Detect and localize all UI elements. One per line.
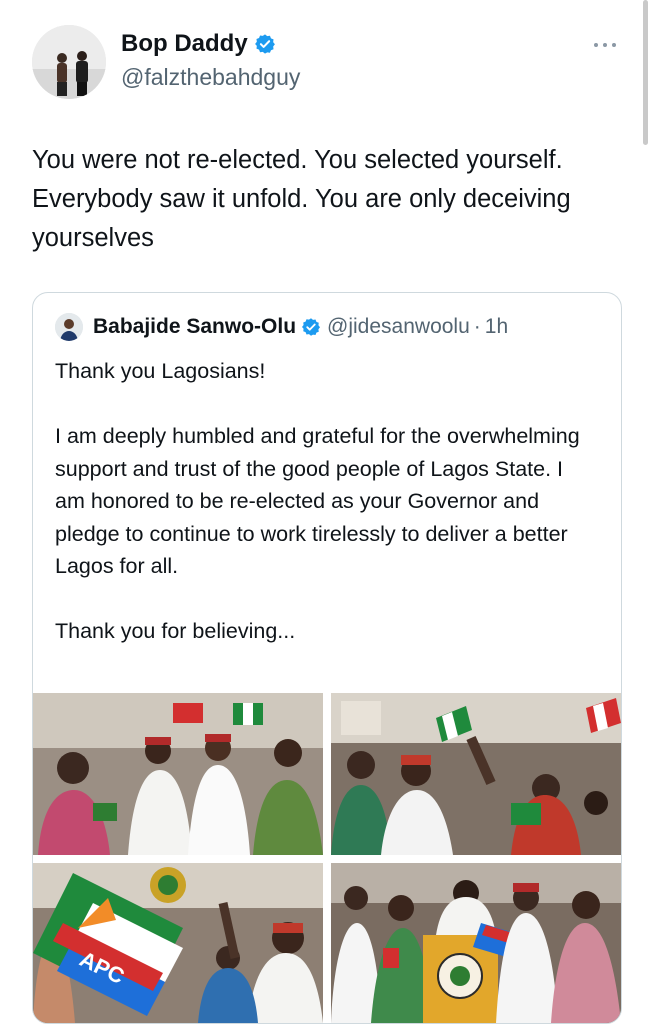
author-name[interactable]: Bop Daddy — [121, 30, 248, 58]
quoted-paragraph-2: I am deeply humbled and grateful for the… — [55, 424, 580, 578]
more-horizontal-icon[interactable] — [593, 36, 617, 49]
photo-1[interactable] — [33, 693, 323, 855]
photo-3[interactable]: APC — [33, 863, 323, 1023]
photo-4[interactable] — [331, 863, 621, 1023]
scrollbar[interactable] — [643, 0, 648, 145]
avatar-image — [32, 25, 106, 99]
photo-2[interactable] — [331, 693, 621, 855]
separator-dot: · — [473, 315, 481, 338]
quoted-author-name[interactable]: Babajide Sanwo-Olu — [93, 315, 296, 339]
verified-badge-icon — [254, 33, 276, 55]
quoted-verified-badge-icon — [301, 317, 321, 337]
tweet-text: You were not re-elected. You selected yo… — [32, 146, 571, 252]
quoted-tweet-body: Thank you Lagosians! I am deeply humbled… — [55, 355, 595, 680]
photo-grid: APC — [33, 693, 621, 1023]
quoted-paragraph-1: Thank you Lagosians! — [55, 359, 266, 383]
quoted-tweet-card[interactable]: Babajide Sanwo-Olu @jidesanwoolu · 1h Th… — [32, 292, 622, 1024]
quoted-timestamp[interactable]: 1h — [485, 315, 508, 339]
quoted-paragraph-3: Thank you for believing... — [55, 619, 296, 643]
author-avatar[interactable] — [32, 25, 106, 99]
quoted-tweet-header: Babajide Sanwo-Olu @jidesanwoolu · 1h — [55, 313, 508, 341]
quoted-author-handle[interactable]: @jidesanwoolu — [327, 315, 470, 339]
author-handle[interactable]: @falzthebahdguy — [121, 64, 300, 91]
author-name-row: Bop Daddy — [121, 30, 276, 58]
quoted-author-avatar[interactable] — [55, 313, 83, 341]
